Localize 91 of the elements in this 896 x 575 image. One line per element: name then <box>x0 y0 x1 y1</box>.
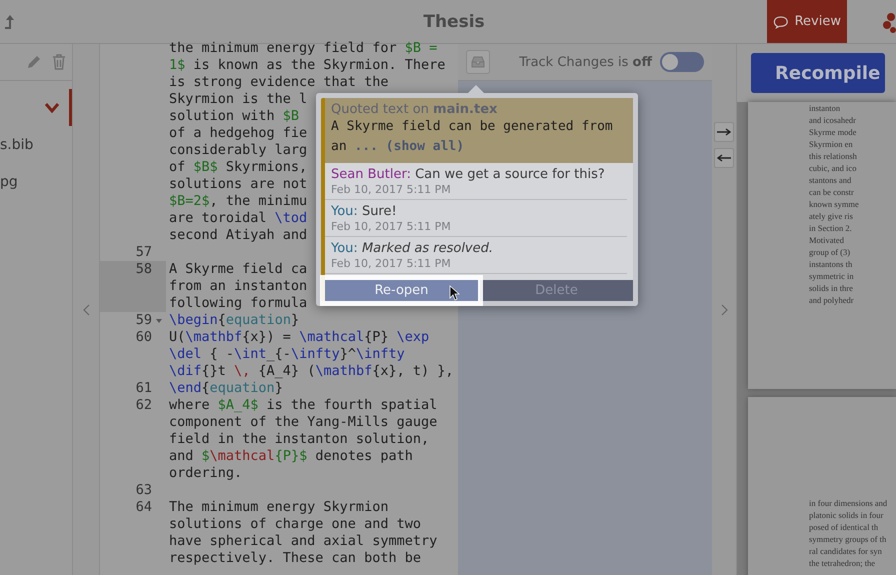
pdf-text-line: Skyrme mode <box>809 126 858 138</box>
pdf-text-line: this relationsh <box>809 150 858 162</box>
pdf-text-line: symmetric in <box>809 270 855 282</box>
comment-text: You: Sure! <box>331 204 398 219</box>
pdf-text-line: and icosahedr <box>809 114 857 126</box>
chevron-icon <box>45 102 59 112</box>
code-line: U(\mathbf{x}) = \mathcal{P} \exp <box>169 329 430 346</box>
line-number: 58 <box>136 261 152 278</box>
pdf-text-line: group of (3) <box>809 246 852 258</box>
file-name[interactable]: s.bib <box>0 136 34 152</box>
pdf-text-line: instantons th <box>809 258 854 270</box>
comment-date: Feb 10, 2017 5:11 PM <box>331 183 452 196</box>
trash-icon[interactable] <box>52 54 66 70</box>
code-line: \begin{equation} <box>169 312 300 329</box>
code-line: and $\mathcal{P}$ denotes path <box>169 448 413 465</box>
code-line: field in the instanton solution, <box>169 431 430 448</box>
chevron-right-icon[interactable] <box>720 304 728 316</box>
document-title: Thesis <box>422 12 486 32</box>
pdf-text-line: known symme <box>809 198 860 210</box>
code-line: \del { -\int_{-\infty}^\infty <box>169 346 405 363</box>
code-line: is strong evidence that the <box>169 74 388 91</box>
pointer-cursor-icon <box>449 285 460 301</box>
pdf-text-line: platonic solids in four <box>809 509 884 521</box>
pdf-text-line: instanton <box>809 102 842 114</box>
line-number: 57 <box>136 244 152 261</box>
pdf-text-line: ately give ris <box>809 210 854 222</box>
code-line: from an instanton <box>169 278 308 295</box>
line-number: 60 <box>136 329 152 346</box>
chevron-left-icon[interactable] <box>82 304 90 316</box>
upload-icon[interactable] <box>4 14 16 30</box>
recompile-button[interactable]: Recompile <box>751 53 885 93</box>
code-line: of $B$ Skyrmions, <box>169 159 308 176</box>
inbox-button[interactable] <box>466 50 490 74</box>
pdf-text-line: in four dimensions and <box>809 497 888 509</box>
comment-date: Feb 10, 2017 5:11 PM <box>331 220 452 233</box>
code-line: component of the Yang-Mills gauge <box>169 414 438 431</box>
fold-caret-icon[interactable] <box>156 319 162 323</box>
quoted-text: A Skyrme field can be generated from an ... (show all) <box>331 118 614 156</box>
review-button[interactable]: Review <box>767 0 847 43</box>
code-line: the minimum energy field for $B = <box>169 40 438 57</box>
pdf-text-line: in Section 2. <box>809 222 853 234</box>
status-message: You: Marked as resolved. <box>331 241 494 256</box>
pdf-text-line: Motivated <box>809 234 845 246</box>
arrow-right-icon <box>717 128 731 136</box>
pdf-text-line: solids in thre <box>809 282 854 294</box>
arrow-left-icon <box>717 154 731 162</box>
line-number: 59 <box>136 312 152 329</box>
code-line: 1$ is known as the Skyrmion. There <box>169 57 446 74</box>
code-line: have spherical and axial symmetry <box>169 533 438 550</box>
code-line: of a hedgehog fie <box>169 125 308 142</box>
line-number: 64 <box>136 499 152 516</box>
comment-date: Feb 10, 2017 5:11 PM <box>331 257 452 270</box>
code-line: respectively. These can both be <box>169 550 421 567</box>
code-line: solution with $B <box>169 108 300 125</box>
track-changes-label: Track Changes is off <box>519 54 652 70</box>
code-line: Skyrmion is the l <box>169 91 308 108</box>
inbox-icon <box>471 56 485 68</box>
code-line: considerably larg <box>169 142 308 159</box>
code-line: are toroidal \tod <box>169 210 308 227</box>
pdf-text-line: symmetry groups of th <box>809 533 888 545</box>
arrow-right-button[interactable] <box>714 122 734 142</box>
code-line: solutions are not <box>169 176 308 193</box>
code-line: following formula <box>169 295 308 312</box>
pdf-text-line: and polyhedr <box>809 294 855 306</box>
code-line: \end{equation} <box>169 380 283 397</box>
comment-text: Sean Butler: Can we get a source for this? <box>331 167 606 182</box>
code-line: The minimum energy Skyrmion <box>169 499 388 516</box>
code-line: solutions of charge one and two <box>169 516 421 533</box>
line-number: 63 <box>136 482 152 499</box>
pdf-text-line: can be constr <box>809 186 855 198</box>
pdf-text-line: Skyrmion en <box>809 138 854 150</box>
pdf-text-line: the tetrahedron; the <box>809 557 876 569</box>
pencil-icon[interactable] <box>26 54 42 70</box>
code-line: $B=2$, the minimu <box>169 193 308 210</box>
show-all-link[interactable]: ... (show all) <box>354 139 464 154</box>
arrow-left-button[interactable] <box>714 148 734 168</box>
pdf-text-line: ral candidates for syn <box>809 545 883 557</box>
quote-header: Quoted text on main.tex <box>331 102 498 117</box>
pdf-text-line: posed of identical th <box>809 521 880 533</box>
code-line: \dif{}t \, {A_4} (\mathbf{x}, t) }, <box>169 363 454 380</box>
code-line: ordering. <box>169 465 242 482</box>
pdf-text-line: stantons and <box>809 174 852 186</box>
code-line: second Atiyah and <box>169 227 308 244</box>
file-name[interactable]: pg <box>0 174 18 190</box>
line-number: 61 <box>136 380 152 397</box>
reopen-button[interactable]: Re-open <box>325 280 478 301</box>
pdf-text-line: cubic, and ico <box>809 162 858 174</box>
track-changes-toggle[interactable] <box>660 52 704 72</box>
code-line: A Skyrme field ca <box>169 261 308 278</box>
code-line: where $A_4$ is the fourth spatial <box>169 397 438 414</box>
line-number: 62 <box>136 397 152 414</box>
